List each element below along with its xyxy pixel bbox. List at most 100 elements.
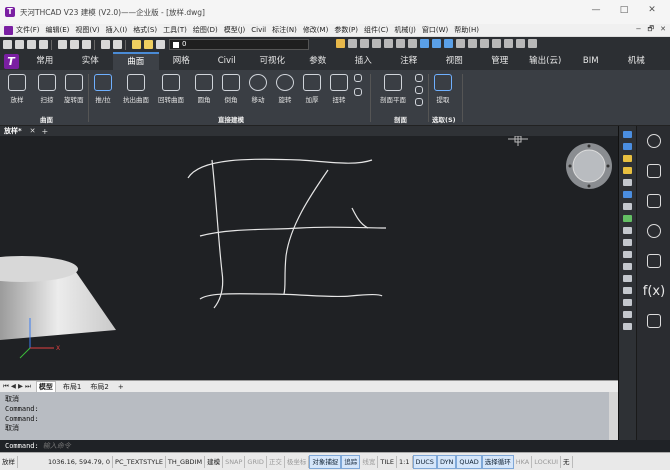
tab-mesh[interactable]: 网格 xyxy=(159,52,205,70)
pen-strip-icon[interactable] xyxy=(623,167,632,174)
command-scrollbar[interactable] xyxy=(609,392,618,440)
image-icon[interactable] xyxy=(516,39,525,48)
object-props-icon[interactable] xyxy=(420,39,429,48)
check-strip-icon[interactable] xyxy=(623,215,632,222)
tab-output[interactable]: 输出(云) xyxy=(523,52,569,70)
menu-format[interactable]: 格式(S) xyxy=(133,25,157,35)
section-tool-3-button[interactable] xyxy=(415,98,423,106)
status-toggle[interactable]: 建模 xyxy=(205,455,224,468)
external-ref-icon[interactable] xyxy=(504,39,513,48)
maximize-button[interactable]: □ xyxy=(610,5,638,15)
layers-icon[interactable] xyxy=(637,186,670,216)
layer-off-icon[interactable] xyxy=(384,39,393,48)
loft-curves[interactable] xyxy=(187,158,387,309)
sliders-icon[interactable] xyxy=(637,156,670,186)
x-strip-icon[interactable] xyxy=(623,263,632,270)
plot-icon[interactable] xyxy=(528,39,537,48)
block-strip-icon[interactable] xyxy=(623,155,632,162)
menu-window[interactable]: 窗口(W) xyxy=(422,25,448,35)
line-strip-icon[interactable] xyxy=(623,251,632,258)
layer-lock-icon[interactable] xyxy=(396,39,405,48)
command-input[interactable] xyxy=(42,442,343,450)
layer-dropdown[interactable]: 0 xyxy=(169,39,309,50)
layer-strip-icon[interactable] xyxy=(623,143,632,150)
section-tool-1-button[interactable] xyxy=(415,74,423,82)
status-toggle-grid[interactable]: GRID xyxy=(245,455,267,468)
tab-insert[interactable]: 插入 xyxy=(341,52,387,70)
doc-restore-button[interactable]: 🗗 xyxy=(648,25,655,36)
menu-view[interactable]: 视图(V) xyxy=(75,25,99,35)
status-scale[interactable]: 1:1 xyxy=(397,455,413,468)
menu-draw[interactable]: 绘图(D) xyxy=(193,25,218,35)
chamfer-button[interactable]: 倒角 xyxy=(222,74,240,104)
tab-visualize[interactable]: 可视化 xyxy=(250,52,296,70)
status-toggle-lweight[interactable]: 线宽 xyxy=(360,455,379,468)
markup-icon[interactable] xyxy=(468,39,477,48)
tab-home[interactable]: 常用 xyxy=(22,52,68,70)
menu-dimension[interactable]: 标注(N) xyxy=(272,25,297,35)
view-compass-icon[interactable] xyxy=(566,143,612,189)
match-layer-icon[interactable] xyxy=(336,39,345,48)
layer-unlock-icon[interactable] xyxy=(408,39,417,48)
menu-insert[interactable]: 插入(I) xyxy=(106,25,128,35)
status-toggle[interactable]: TH_GBDIM xyxy=(166,455,206,468)
status-toggle-osnap[interactable]: 对象捕捉 xyxy=(309,454,342,469)
layout-tab-layout2[interactable]: 布局2 xyxy=(88,382,110,392)
plot-preview-icon[interactable] xyxy=(70,40,79,49)
revolve-button[interactable]: 旋转面 xyxy=(64,74,84,104)
section-plane-button[interactable]: 剖面平面 xyxy=(380,74,406,104)
menu-edit[interactable]: 编辑(E) xyxy=(46,25,70,35)
extrude-surface-button[interactable]: 抗出曲面 xyxy=(123,74,149,104)
extract-button[interactable]: 提取 xyxy=(434,74,452,104)
hierarchy-icon[interactable] xyxy=(637,306,670,336)
table-strip-icon[interactable] xyxy=(623,227,632,234)
open-file-icon[interactable] xyxy=(15,40,24,49)
publish-icon[interactable] xyxy=(82,40,91,49)
grid-strip-icon[interactable] xyxy=(623,179,632,186)
move-button[interactable]: 移动 xyxy=(249,74,267,104)
status-toggle[interactable]: PC_TEXTSTYLE xyxy=(113,455,166,468)
dots-strip-icon[interactable] xyxy=(623,239,632,246)
status-toggle-selcycle[interactable]: 选择循环 xyxy=(481,454,514,469)
menu-model[interactable]: 模型(J) xyxy=(224,25,246,35)
doc-strip-icon[interactable] xyxy=(623,191,632,198)
layer-freeze-icon[interactable] xyxy=(372,39,381,48)
status-toggle-quad[interactable]: QUAD xyxy=(456,454,482,469)
tab-mechanical[interactable]: 机械 xyxy=(614,52,660,70)
revolve-surface-button[interactable]: 回转曲面 xyxy=(158,74,184,104)
design-center-icon[interactable] xyxy=(432,39,441,48)
layer-prev-icon[interactable] xyxy=(348,39,357,48)
close-button[interactable]: ✕ xyxy=(638,5,666,15)
bracket-strip-icon[interactable] xyxy=(623,287,632,294)
properties-strip-icon[interactable] xyxy=(623,131,632,138)
minimize-button[interactable]: — xyxy=(582,5,610,15)
twist-button[interactable]: 扭转 xyxy=(330,74,348,104)
status-toggle-snap[interactable]: SNAP xyxy=(223,455,246,468)
menu-help[interactable]: 帮助(H) xyxy=(454,25,479,35)
menu-civil[interactable]: Civil xyxy=(251,26,266,34)
rotate-button[interactable]: 旋转 xyxy=(276,74,294,104)
print-strip-icon[interactable] xyxy=(623,311,632,318)
new-doc-tab-button[interactable]: + xyxy=(42,127,49,136)
menu-file[interactable]: 文件(F) xyxy=(16,25,40,35)
status-toggle-lockui[interactable]: LOCKUI xyxy=(532,455,562,468)
list-strip-icon[interactable] xyxy=(623,299,632,306)
ribbon-app-button[interactable]: T xyxy=(0,52,22,70)
section-tool-2-button[interactable] xyxy=(415,86,423,94)
tab-solid[interactable]: 实体 xyxy=(68,52,114,70)
status-toggle-polar[interactable]: 极坐标 xyxy=(285,455,310,468)
doc-tab-close-icon[interactable]: ✕ xyxy=(30,127,36,135)
status-toggle-hka[interactable]: HKA xyxy=(514,455,533,468)
calculator-icon[interactable] xyxy=(480,39,489,48)
tab-bim[interactable]: BIM xyxy=(568,52,614,70)
extra-tool-button-2[interactable] xyxy=(354,88,362,96)
tab-manage[interactable]: 管理 xyxy=(477,52,523,70)
status-toggle-ortho[interactable]: 正交 xyxy=(267,455,285,468)
save-as-icon[interactable] xyxy=(39,40,48,49)
lock-layer-icon[interactable] xyxy=(156,40,165,49)
layout-tab-model[interactable]: 模型 xyxy=(35,380,56,393)
menu-mechanical[interactable]: 机械(J) xyxy=(394,25,416,35)
layout-tab-layout1[interactable]: 布局1 xyxy=(61,382,83,392)
hatch-icon[interactable] xyxy=(637,246,670,276)
doc-minimize-button[interactable]: − xyxy=(636,25,642,36)
